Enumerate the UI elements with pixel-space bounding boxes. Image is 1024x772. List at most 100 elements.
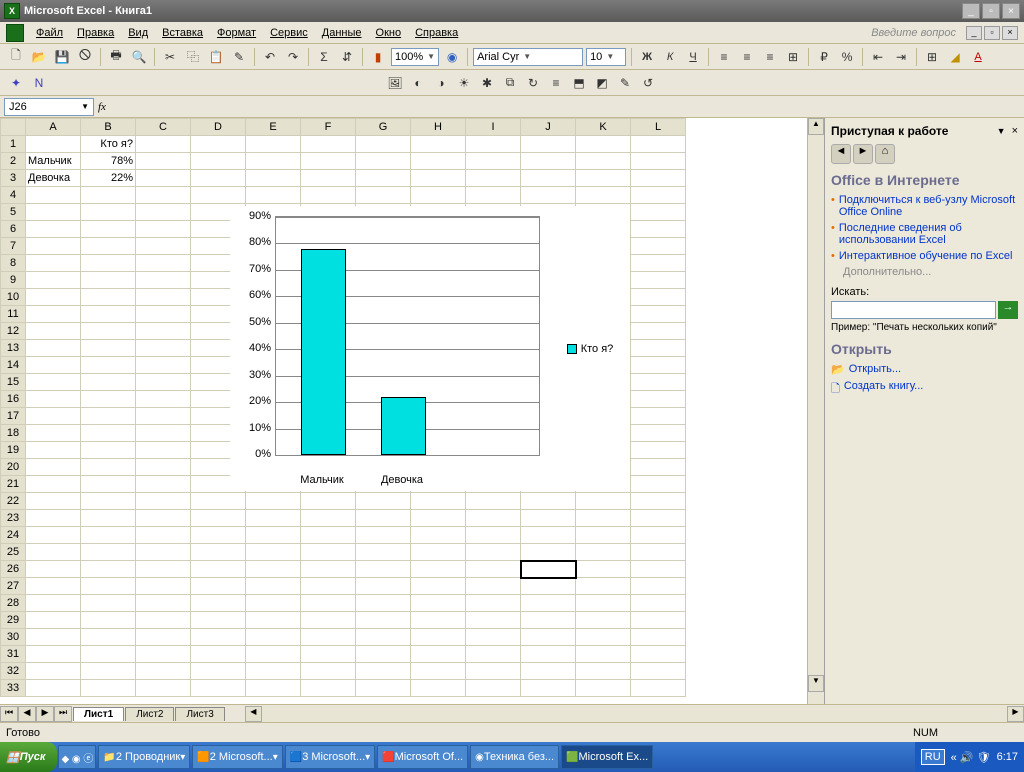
cell-A22[interactable] [26,493,81,510]
redo-icon[interactable]: ↷ [283,47,303,67]
param1-icon[interactable]: ✦ [6,73,26,93]
tab-first-icon[interactable]: ⏮ [0,706,18,722]
cell-C7[interactable] [136,238,191,255]
cell-L26[interactable] [631,561,686,578]
cell-C31[interactable] [136,646,191,663]
cell-G32[interactable] [356,663,411,680]
cell-J22[interactable] [521,493,576,510]
cell-G25[interactable] [356,544,411,561]
cell-B6[interactable] [81,221,136,238]
cell-I26[interactable] [466,561,521,578]
cell-C28[interactable] [136,595,191,612]
cell-B20[interactable] [81,459,136,476]
nav-fwd-icon[interactable]: ► [853,144,873,164]
align-right-icon[interactable]: ≡ [760,47,780,67]
cell-A23[interactable] [26,510,81,527]
cell-L14[interactable] [631,357,686,374]
doc-minimize[interactable]: _ [966,26,982,40]
cell-C9[interactable] [136,272,191,289]
cell-B5[interactable] [81,204,136,221]
cell-J2[interactable] [521,153,576,170]
sheet-tab-1[interactable]: Лист1 [73,707,124,721]
cell-A8[interactable] [26,255,81,272]
cell-L15[interactable] [631,374,686,391]
cell-L7[interactable] [631,238,686,255]
menu-file[interactable]: Файл [30,25,69,41]
cell-D29[interactable] [191,612,246,629]
font-combo[interactable]: Arial Cyr▼ [473,48,583,66]
cell-I23[interactable] [466,510,521,527]
param2-icon[interactable]: N [29,73,49,93]
row-header[interactable]: 4 [1,187,26,204]
merge-icon[interactable]: ⊞ [783,47,803,67]
col-header[interactable]: K [576,119,631,136]
cell-A6[interactable] [26,221,81,238]
font-color-icon[interactable]: A [968,47,988,67]
row-header[interactable]: 12 [1,323,26,340]
cell-C23[interactable] [136,510,191,527]
tab-last-icon[interactable]: ⏭ [54,706,72,722]
chart-icon[interactable]: ▮ [368,47,388,67]
cell-D33[interactable] [191,680,246,697]
paste-icon[interactable]: 📋 [206,47,226,67]
row-header[interactable]: 3 [1,170,26,187]
cell-A13[interactable] [26,340,81,357]
cell-D4[interactable] [191,187,246,204]
cell-J4[interactable] [521,187,576,204]
cell-B19[interactable] [81,442,136,459]
row-header[interactable]: 30 [1,629,26,646]
row-header[interactable]: 33 [1,680,26,697]
cell-J29[interactable] [521,612,576,629]
tp-link-news[interactable]: •Последние сведения об использовании Exc… [831,222,1018,246]
cell-E29[interactable] [246,612,301,629]
cell-C1[interactable] [136,136,191,153]
fontsize-combo[interactable]: 10▼ [586,48,626,66]
cell-D30[interactable] [191,629,246,646]
minimize-button[interactable]: _ [962,3,980,19]
cell-D3[interactable] [191,170,246,187]
cell-C12[interactable] [136,323,191,340]
cell-B4[interactable] [81,187,136,204]
row-header[interactable]: 16 [1,391,26,408]
col-header[interactable]: H [411,119,466,136]
italic-icon[interactable]: К [660,47,680,67]
close-button[interactable]: × [1002,3,1020,19]
cell-L5[interactable] [631,204,686,221]
tp-link-training[interactable]: •Интерактивное обучение по Excel [831,250,1018,262]
cell-B31[interactable] [81,646,136,663]
cell-H3[interactable] [411,170,466,187]
cell-D31[interactable] [191,646,246,663]
cell-C27[interactable] [136,578,191,595]
cell-A14[interactable] [26,357,81,374]
cell-K28[interactable] [576,595,631,612]
cell-F22[interactable] [301,493,356,510]
cell-E26[interactable] [246,561,301,578]
cell-F26[interactable] [301,561,356,578]
menu-format[interactable]: Формат [211,25,262,41]
cell-K22[interactable] [576,493,631,510]
cell-K23[interactable] [576,510,631,527]
copy-icon[interactable]: ⿻ [183,47,203,67]
cell-L12[interactable] [631,323,686,340]
cell-L13[interactable] [631,340,686,357]
cell-L4[interactable] [631,187,686,204]
save-icon[interactable]: 💾 [52,47,72,67]
cell-L25[interactable] [631,544,686,561]
cell-B22[interactable] [81,493,136,510]
cell-G28[interactable] [356,595,411,612]
col-header[interactable]: G [356,119,411,136]
cell-H28[interactable] [411,595,466,612]
line-icon[interactable]: ≡ [546,73,566,93]
cell-A21[interactable] [26,476,81,493]
cell-H29[interactable] [411,612,466,629]
cell-C14[interactable] [136,357,191,374]
cell-H27[interactable] [411,578,466,595]
cell-G1[interactable] [356,136,411,153]
cell-K3[interactable] [576,170,631,187]
cell-E23[interactable] [246,510,301,527]
cell-J24[interactable] [521,527,576,544]
tp-more[interactable]: Дополнительно... [843,266,1018,278]
cell-F31[interactable] [301,646,356,663]
tb-item-1[interactable]: 📁 2 Проводник ▾ [98,745,190,769]
cell-I28[interactable] [466,595,521,612]
